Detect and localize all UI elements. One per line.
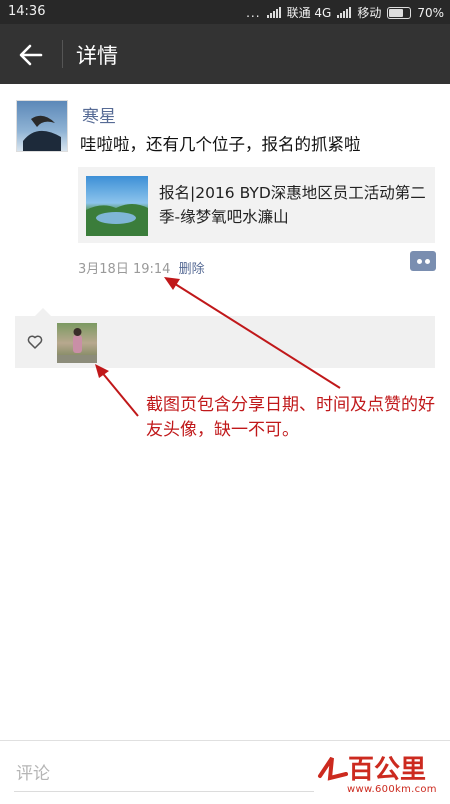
status-time: 14:36 bbox=[8, 4, 46, 19]
likes-section bbox=[15, 308, 435, 368]
status-indicators: ... 联通 4G 移动 70% bbox=[246, 4, 444, 21]
page-title: 详情 bbox=[76, 44, 118, 68]
back-arrow-icon[interactable] bbox=[14, 38, 48, 72]
post-meta: 3月18日 19:14 删除 bbox=[78, 258, 205, 277]
carrier-label-1: 联通 4G bbox=[286, 6, 332, 20]
watermark-url: www.600km.com bbox=[347, 784, 437, 795]
share-title: 报名|2016 BYD深惠地区员工活动第二季-缘梦氧吧水濂山 bbox=[159, 184, 426, 226]
share-thumbnail bbox=[86, 176, 148, 236]
title-divider bbox=[62, 40, 63, 68]
author-avatar[interactable] bbox=[16, 100, 68, 152]
battery-icon bbox=[387, 6, 412, 19]
shared-link-card[interactable]: 报名|2016 BYD深惠地区员工活动第二季-缘梦氧吧水濂山 bbox=[78, 167, 435, 243]
post-date: 3月18日 19:14 bbox=[78, 262, 171, 277]
author-name[interactable]: 寒星 bbox=[82, 102, 116, 127]
carrier-label-2: 移动 bbox=[357, 6, 382, 20]
battery-percent: 70% bbox=[417, 5, 444, 20]
heart-icon bbox=[27, 334, 43, 350]
signal-icon bbox=[266, 7, 281, 18]
watermark-brand: 百公里 bbox=[348, 755, 426, 785]
more-actions-icon[interactable] bbox=[410, 251, 436, 271]
title-bar: 详情 bbox=[0, 24, 450, 84]
signal-icon-2 bbox=[337, 7, 352, 18]
status-bar: 14:36 ... 联通 4G 移动 70% bbox=[0, 0, 450, 24]
liker-avatar[interactable] bbox=[57, 323, 97, 363]
post-text: 哇啦啦，还有几个位子，报名的抓紧啦 bbox=[80, 135, 361, 154]
comment-input[interactable]: 评论 bbox=[16, 759, 50, 784]
notification-dots: ... bbox=[246, 5, 261, 20]
comment-underline bbox=[14, 791, 314, 792]
annotation-text: 截图页包含分享日期、时间及点赞的好友头像，缺一不可。 bbox=[146, 395, 435, 440]
delete-link[interactable]: 删除 bbox=[179, 262, 205, 277]
